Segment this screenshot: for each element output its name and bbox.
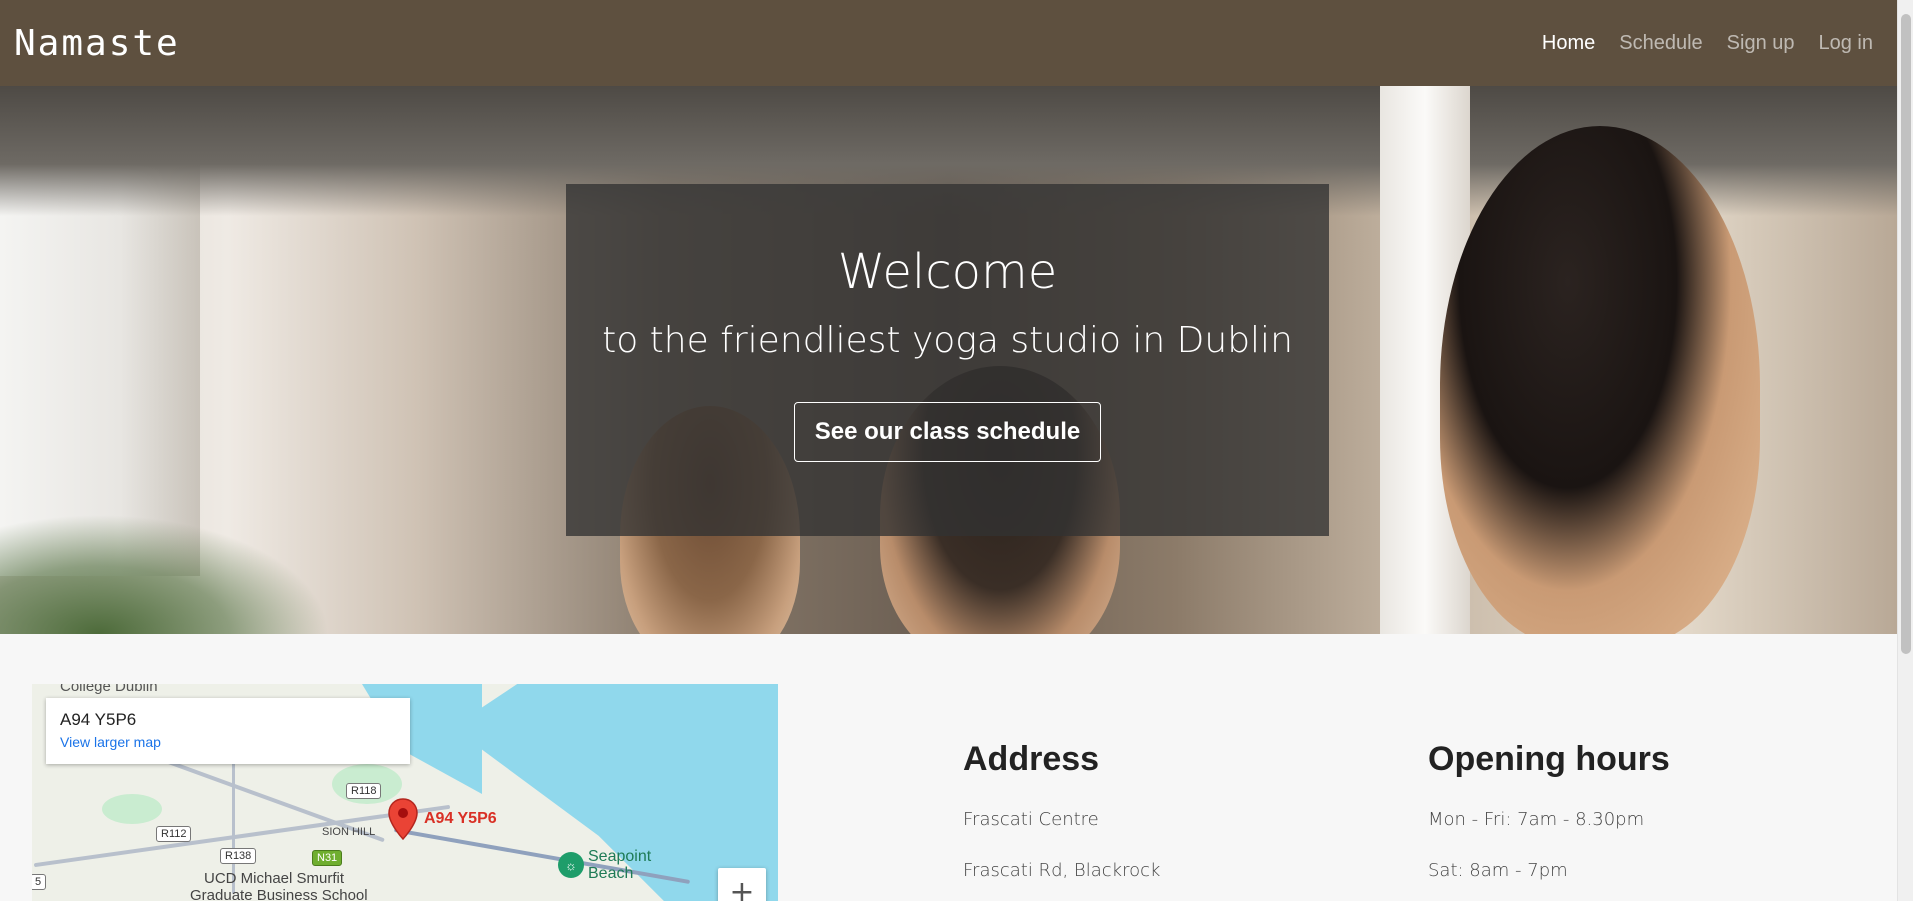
map-pin-icon[interactable]: [388, 798, 418, 840]
map-place-label: College Dublin: [60, 684, 158, 695]
map-route-shield: R138: [220, 848, 257, 864]
map-route-shield: N31: [312, 850, 343, 866]
address-line: Frascati Rd, Blackrock: [963, 860, 1161, 881]
map-route-shield: 5: [32, 874, 47, 890]
nav-link-sign-up[interactable]: Sign up: [1727, 32, 1795, 55]
map-place-label: Seapoint Beach: [588, 848, 651, 882]
map-route-shield: R118: [346, 783, 382, 799]
opening-hours-line: Sat: 8am - 7pm: [1428, 860, 1568, 881]
map-beach-name-2: Beach: [588, 865, 634, 882]
address-line: Frascati Centre: [963, 809, 1099, 830]
map-beach-name: Seapoint: [588, 848, 652, 865]
view-larger-map-link[interactable]: View larger map: [60, 734, 396, 750]
hero-bg-person: [1440, 126, 1760, 634]
map-place-label: UCD Michael Smurfit: [204, 870, 345, 887]
map-pin-label: A94 Y5P6: [424, 810, 497, 827]
nav-link-log-in[interactable]: Log in: [1819, 32, 1874, 55]
address-heading: Address: [963, 740, 1100, 778]
beach-icon[interactable]: ☼: [558, 852, 584, 878]
map-card-title: A94 Y5P6: [60, 710, 137, 729]
page-scrollbar[interactable]: [1897, 0, 1913, 901]
nav-links: Home Schedule Sign up Log in: [1542, 32, 1873, 55]
map-park: [102, 794, 162, 824]
map-place-label: Graduate Business School: [190, 887, 368, 901]
map-place-label: SION HILL: [322, 826, 376, 838]
scrollbar-thumb[interactable]: [1901, 14, 1911, 654]
class-schedule-button[interactable]: See our class schedule: [793, 402, 1102, 462]
address-section: Address Frascati Centre Frascati Rd, Bla…: [963, 740, 1160, 881]
opening-hours-section: Opening hours Mon - Fri: 7am - 8.30pm Sa…: [1428, 740, 1670, 881]
brand-logo[interactable]: Namaste: [14, 23, 180, 64]
hero-section: Welcome to the friendliest yoga studio i…: [0, 86, 1897, 634]
hero-subtitle: to the friendliest yoga studio in Dublin: [602, 320, 1293, 361]
nav-link-schedule[interactable]: Schedule: [1619, 32, 1702, 55]
nav-link-home[interactable]: Home: [1542, 32, 1595, 55]
zoom-in-icon[interactable]: +: [718, 868, 766, 901]
hero-title: Welcome: [837, 244, 1058, 300]
map-route-shield: R112: [156, 826, 192, 842]
hero-overlay: Welcome to the friendliest yoga studio i…: [566, 184, 1329, 536]
hero-bg-plant: [0, 514, 330, 634]
navbar: Namaste Home Schedule Sign up Log in: [0, 0, 1897, 86]
map-info-card: A94 Y5P6 View larger map: [46, 698, 410, 764]
opening-hours-line: Mon - Fri: 7am - 8.30pm: [1428, 809, 1645, 830]
opening-hours-heading: Opening hours: [1428, 740, 1670, 778]
location-map[interactable]: College Dublin A94 Y5P6 View larger map …: [32, 684, 778, 901]
